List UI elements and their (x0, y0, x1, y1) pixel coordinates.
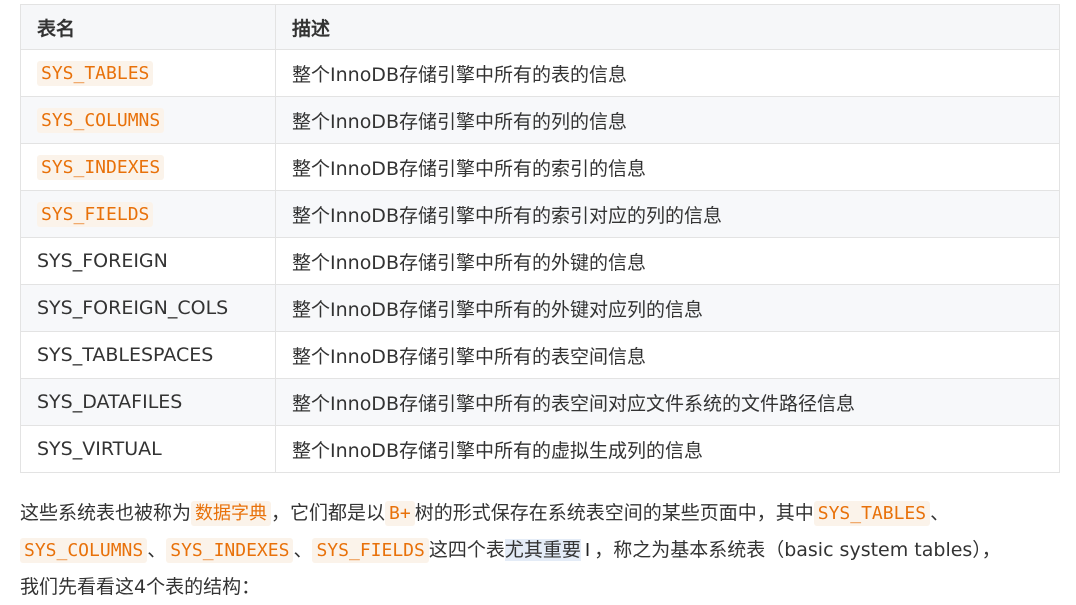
table-name-cell: SYS_COLUMNS (20, 96, 276, 144)
table-row: SYS_FOREIGN_COLS 整个InnoDB存储引擎中所有的外键对应列的信息 (20, 284, 1060, 332)
paragraph-text: 、 (293, 539, 313, 561)
header-table-name: 表名 (20, 4, 276, 50)
inline-code-sys-fields: SYS_FIELDS (312, 538, 429, 563)
table-name: SYS_FIELDS (37, 202, 154, 227)
table-description-cell: 整个InnoDB存储引擎中所有的索引对应的列的信息 (275, 190, 1060, 238)
paragraph-text: 、 (147, 539, 167, 561)
table-row: SYS_INDEXES 整个InnoDB存储引擎中所有的索引的信息 (20, 143, 1060, 191)
table-name: SYS_TABLESPACES (37, 344, 214, 366)
paragraph-text: ，称之为基本系统表（basic system tables）， (594, 539, 1001, 561)
table-row: SYS_TABLESPACES 整个InnoDB存储引擎中所有的表空间信息 (20, 331, 1060, 379)
table-description-cell: 整个InnoDB存储引擎中所有的外键对应列的信息 (275, 284, 1060, 332)
table-row: SYS_DATAFILES 整个InnoDB存储引擎中所有的表空间对应文件系统的文… (20, 378, 1060, 426)
inline-code-bplus: B+ (385, 501, 415, 526)
table-description-cell: 整个InnoDB存储引擎中所有的虚拟生成列的信息 (275, 425, 1060, 473)
inline-code-data-dictionary: 数据字典 (191, 501, 272, 526)
table-name: SYS_DATAFILES (37, 391, 183, 413)
table-name-cell: SYS_TABLES (20, 49, 276, 97)
system-tables-table: 表名 描述 SYS_TABLES 整个InnoDB存储引擎中所有的表的信息 SYS_… (20, 4, 1060, 473)
table-description-cell: 整个InnoDB存储引擎中所有的外键的信息 (275, 237, 1060, 285)
table-name: SYS_FOREIGN (37, 250, 168, 272)
table-row: SYS_TABLES 整个InnoDB存储引擎中所有的表的信息 (20, 49, 1060, 97)
table-description-cell: 整个InnoDB存储引擎中所有的表空间对应文件系统的文件路径信息 (275, 378, 1060, 426)
table-row: SYS_VIRTUAL 整个InnoDB存储引擎中所有的虚拟生成列的信息 (20, 425, 1060, 473)
highlighted-text: 尤其重要 (504, 539, 581, 561)
text-cursor-icon: I (584, 540, 591, 561)
table-name-cell: SYS_FIELDS (20, 190, 276, 238)
table-name: SYS_COLUMNS (37, 108, 165, 133)
table-row: SYS_FOREIGN 整个InnoDB存储引擎中所有的外键的信息 (20, 237, 1060, 285)
paragraph-text: ，它们都是以 (271, 502, 386, 524)
description-paragraph: 这些系统表也被称为 数据字典 ，它们都是以 B+ 树的形式保存在系统表空间的某些页面中，… (20, 495, 1060, 605)
table-name: SYS_FOREIGN_COLS (37, 297, 229, 319)
table-description-cell: 整个InnoDB存储引擎中所有的表空间信息 (275, 331, 1060, 379)
table-description-cell: 整个InnoDB存储引擎中所有的索引的信息 (275, 143, 1060, 191)
table-description-cell: 整个InnoDB存储引擎中所有的列的信息 (275, 96, 1060, 144)
table-name-cell: SYS_DATAFILES (20, 378, 276, 426)
table-name: SYS_TABLES (37, 61, 154, 86)
paragraph-text: 这四个表 (428, 539, 505, 561)
paragraph-text: 树的形式保存在系统表空间的某些页面中，其中 (414, 502, 814, 524)
table-name: SYS_VIRTUAL (37, 438, 162, 460)
table-name: SYS_INDEXES (37, 155, 165, 180)
inline-code-sys-indexes: SYS_INDEXES (166, 538, 294, 563)
table-row: SYS_COLUMNS 整个InnoDB存储引擎中所有的列的信息 (20, 96, 1060, 144)
table-description-cell: 整个InnoDB存储引擎中所有的表的信息 (275, 49, 1060, 97)
table-name-cell: SYS_INDEXES (20, 143, 276, 191)
table-name-cell: SYS_VIRTUAL (20, 425, 276, 473)
header-description: 描述 (275, 4, 1060, 50)
paragraph-text: 我们先看看这4个表的结构： (20, 576, 261, 598)
inline-code-sys-tables: SYS_TABLES (813, 501, 931, 526)
paragraph-text: 这些系统表也被称为 (20, 502, 192, 524)
inline-code-sys-columns: SYS_COLUMNS (20, 538, 148, 563)
table-name-cell: SYS_TABLESPACES (20, 331, 276, 379)
table-name-cell: SYS_FOREIGN_COLS (20, 284, 276, 332)
table-header-row: 表名 描述 (20, 4, 1060, 50)
table-row: SYS_FIELDS 整个InnoDB存储引擎中所有的索引对应的列的信息 (20, 190, 1060, 238)
paragraph-text: 、 (930, 502, 950, 524)
table-name-cell: SYS_FOREIGN (20, 237, 276, 285)
